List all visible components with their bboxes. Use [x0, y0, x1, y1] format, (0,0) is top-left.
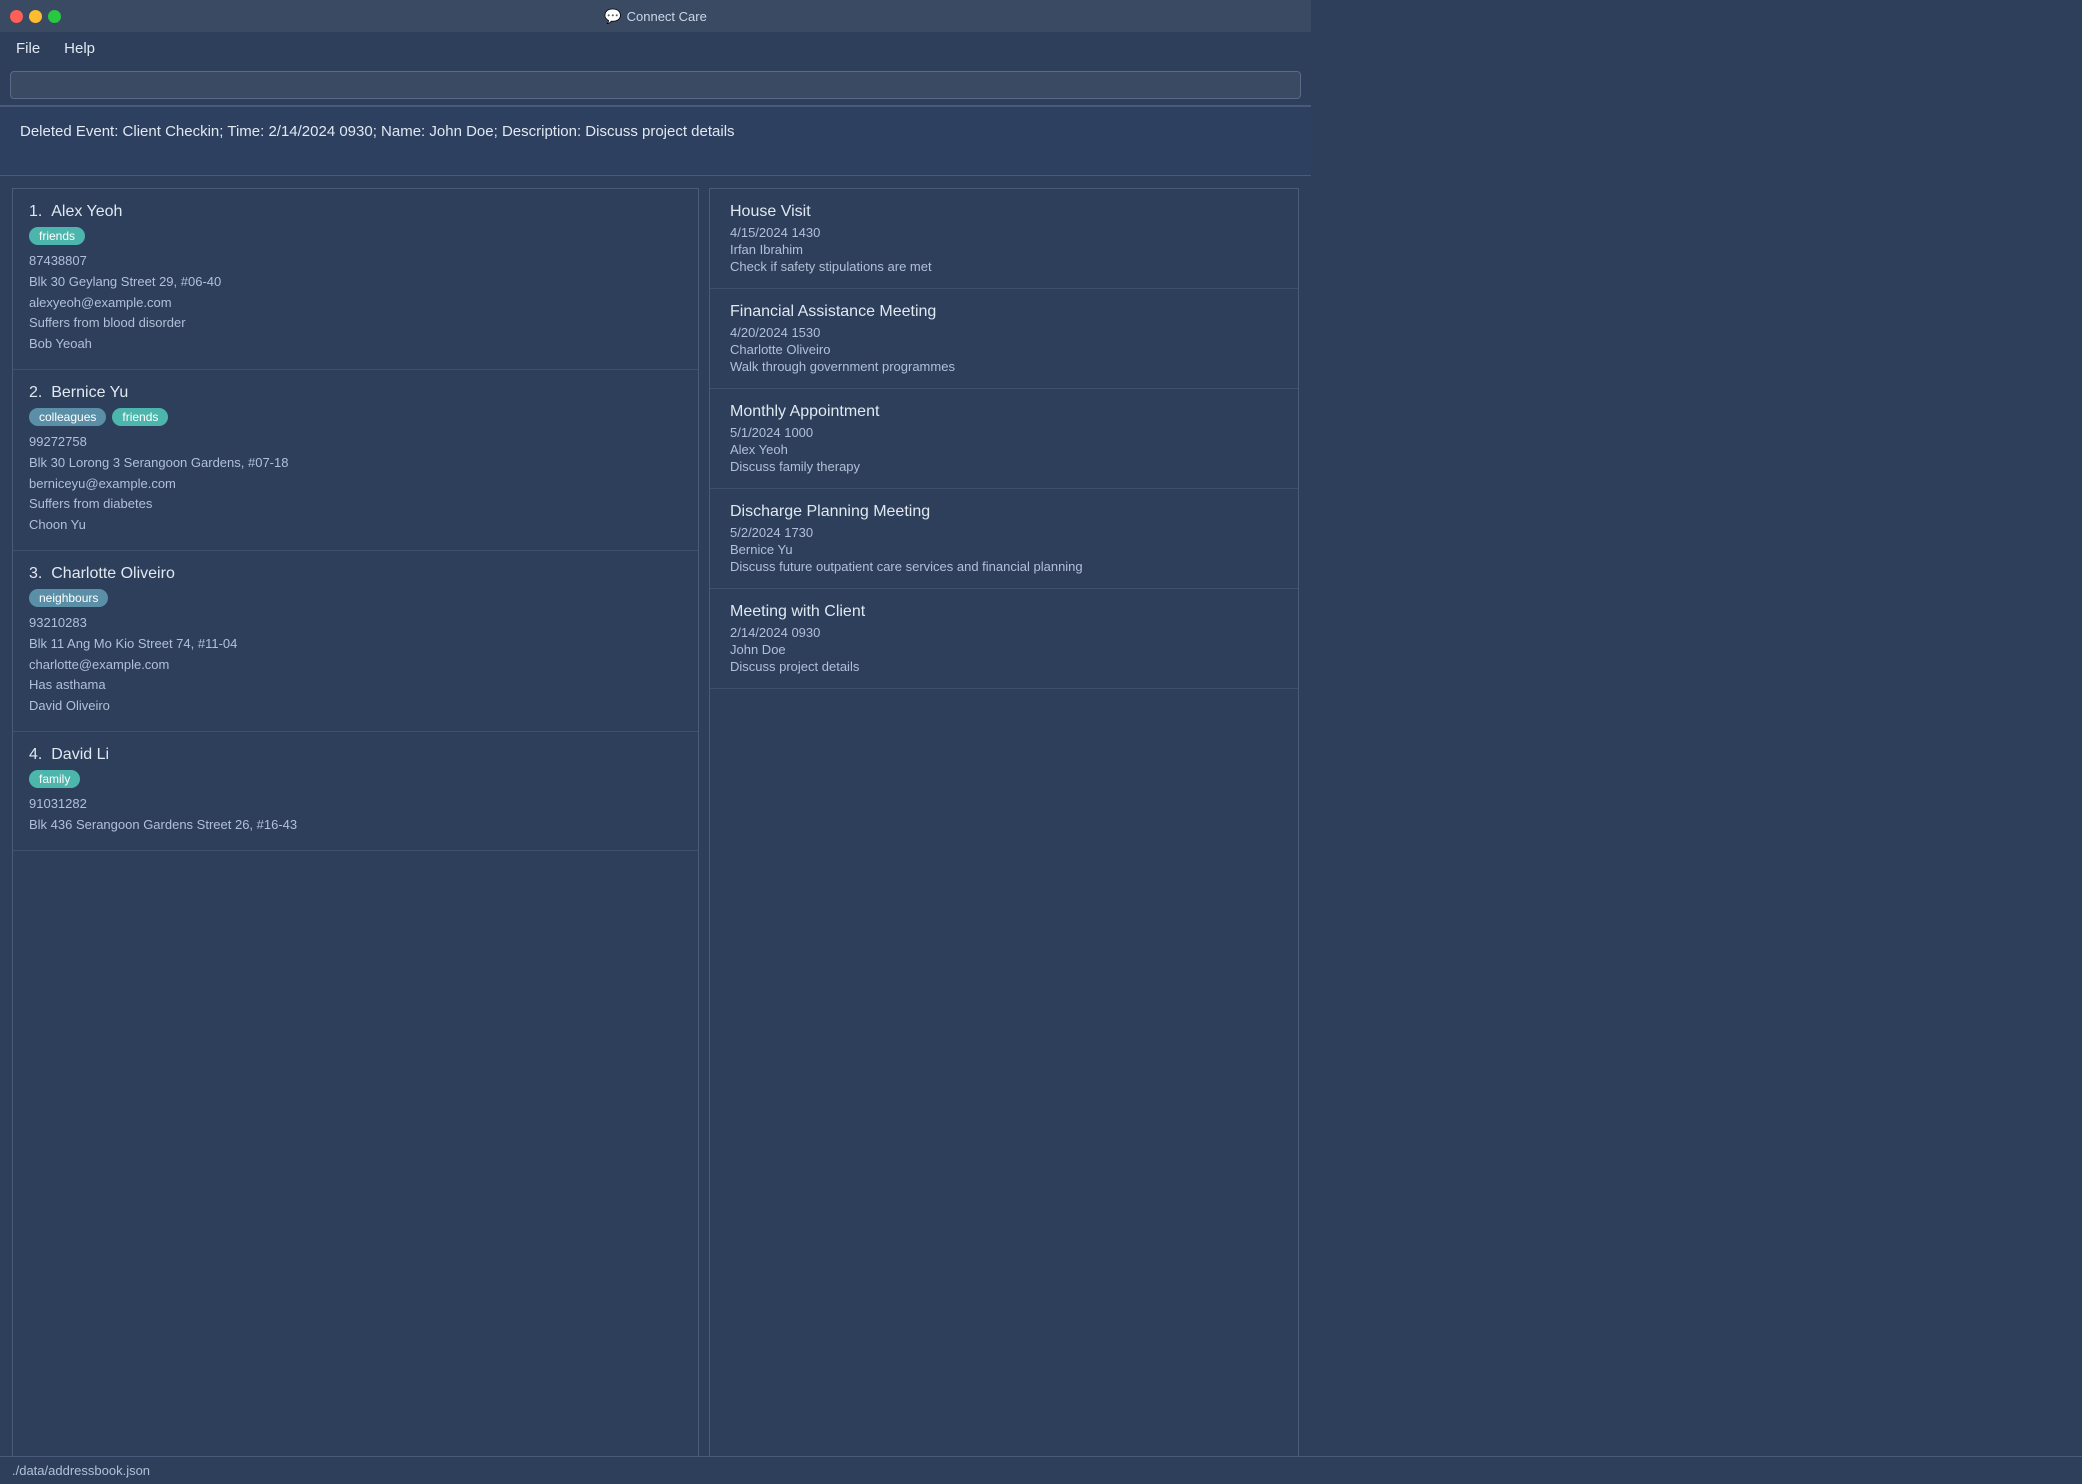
contact-phone: 99272758	[29, 432, 682, 453]
contact-email: alexyeoh@example.com	[29, 293, 682, 314]
contact-item[interactable]: 1. Alex Yeoh friends 87438807Blk 30 Geyl…	[13, 189, 698, 370]
contact-condition: Has asthama	[29, 675, 682, 696]
contact-emergency: Choon Yu	[29, 515, 682, 536]
contact-item[interactable]: 4. David Li family 91031282Blk 436 Seran…	[13, 732, 698, 851]
event-description: Discuss future outpatient care services …	[730, 559, 1278, 574]
contact-phone: 93210283	[29, 613, 682, 634]
app-icon: 💬	[604, 8, 621, 25]
event-item[interactable]: Discharge Planning Meeting 5/2/2024 1730…	[710, 489, 1298, 589]
contact-emergency: David Oliveiro	[29, 696, 682, 717]
contact-condition: Suffers from blood disorder	[29, 313, 682, 334]
event-item[interactable]: Monthly Appointment 5/1/2024 1000 Alex Y…	[710, 389, 1298, 489]
contact-phone: 87438807	[29, 251, 682, 272]
event-person: John Doe	[730, 642, 1278, 657]
menu-help[interactable]: Help	[64, 40, 95, 57]
contact-email: charlotte@example.com	[29, 655, 682, 676]
event-description: Discuss project details	[730, 659, 1278, 674]
tag-neighbours: neighbours	[29, 589, 108, 607]
contact-item[interactable]: 3. Charlotte Oliveiro neighbours 9321028…	[13, 551, 698, 732]
menu-bar: File Help	[0, 32, 1311, 65]
minimize-button[interactable]	[29, 10, 42, 23]
maximize-button[interactable]	[48, 10, 61, 23]
contact-number-name: 3. Charlotte Oliveiro	[29, 565, 682, 583]
contact-address: Blk 11 Ang Mo Kio Street 74, #11-04	[29, 634, 682, 655]
events-panel[interactable]: House Visit 4/15/2024 1430 Irfan Ibrahim…	[709, 188, 1299, 1468]
contact-emergency: Bob Yeoah	[29, 334, 682, 355]
event-title: Discharge Planning Meeting	[730, 503, 1278, 521]
menu-file[interactable]: File	[16, 40, 40, 57]
tag-friends: friends	[112, 408, 168, 426]
app-title: 💬 Connect Care	[604, 8, 707, 25]
contact-number-name: 1. Alex Yeoh	[29, 203, 682, 221]
event-person: Irfan Ibrahim	[730, 242, 1278, 257]
contact-item[interactable]: 2. Bernice Yu colleagues friends 99272758…	[13, 370, 698, 551]
contact-email: berniceyu@example.com	[29, 474, 682, 495]
event-description: Walk through government programmes	[730, 359, 1278, 374]
traffic-lights	[10, 10, 61, 23]
app-title-text: Connect Care	[627, 9, 707, 24]
status-path: ./data/addressbook.json	[12, 1463, 150, 1478]
event-item[interactable]: Financial Assistance Meeting 4/20/2024 1…	[710, 289, 1298, 389]
event-description: Discuss family therapy	[730, 459, 1278, 474]
contact-phone: 91031282	[29, 794, 682, 815]
event-datetime: 2/14/2024 0930	[730, 625, 1278, 640]
notification-bar: Deleted Event: Client Checkin; Time: 2/1…	[0, 106, 1311, 176]
event-title: Monthly Appointment	[730, 403, 1278, 421]
notification-text: Deleted Event: Client Checkin; Time: 2/1…	[20, 123, 735, 140]
close-button[interactable]	[10, 10, 23, 23]
contact-number-name: 2. Bernice Yu	[29, 384, 682, 402]
tag-friends: friends	[29, 227, 85, 245]
title-bar: 💬 Connect Care	[0, 0, 1311, 32]
status-bar: ./data/addressbook.json	[0, 1456, 2082, 1484]
contacts-panel[interactable]: 1. Alex Yeoh friends 87438807Blk 30 Geyl…	[12, 188, 699, 1468]
tag-family: family	[29, 770, 80, 788]
event-item[interactable]: House Visit 4/15/2024 1430 Irfan Ibrahim…	[710, 189, 1298, 289]
event-person: Charlotte Oliveiro	[730, 342, 1278, 357]
event-title: House Visit	[730, 203, 1278, 221]
event-person: Bernice Yu	[730, 542, 1278, 557]
contact-number-name: 4. David Li	[29, 746, 682, 764]
tag-colleagues: colleagues	[29, 408, 106, 426]
contact-address: Blk 436 Serangoon Gardens Street 26, #16…	[29, 815, 682, 836]
event-title: Financial Assistance Meeting	[730, 303, 1278, 321]
contact-address: Blk 30 Lorong 3 Serangoon Gardens, #07-1…	[29, 453, 682, 474]
event-datetime: 4/15/2024 1430	[730, 225, 1278, 240]
event-datetime: 5/2/2024 1730	[730, 525, 1278, 540]
toolbar-input[interactable]	[10, 71, 1301, 99]
event-item[interactable]: Meeting with Client 2/14/2024 0930 John …	[710, 589, 1298, 689]
contact-condition: Suffers from diabetes	[29, 494, 682, 515]
toolbar	[0, 65, 1311, 106]
event-person: Alex Yeoh	[730, 442, 1278, 457]
main-content: 1. Alex Yeoh friends 87438807Blk 30 Geyl…	[0, 176, 1311, 1480]
event-description: Check if safety stipulations are met	[730, 259, 1278, 274]
event-datetime: 4/20/2024 1530	[730, 325, 1278, 340]
event-title: Meeting with Client	[730, 603, 1278, 621]
event-datetime: 5/1/2024 1000	[730, 425, 1278, 440]
contact-address: Blk 30 Geylang Street 29, #06-40	[29, 272, 682, 293]
